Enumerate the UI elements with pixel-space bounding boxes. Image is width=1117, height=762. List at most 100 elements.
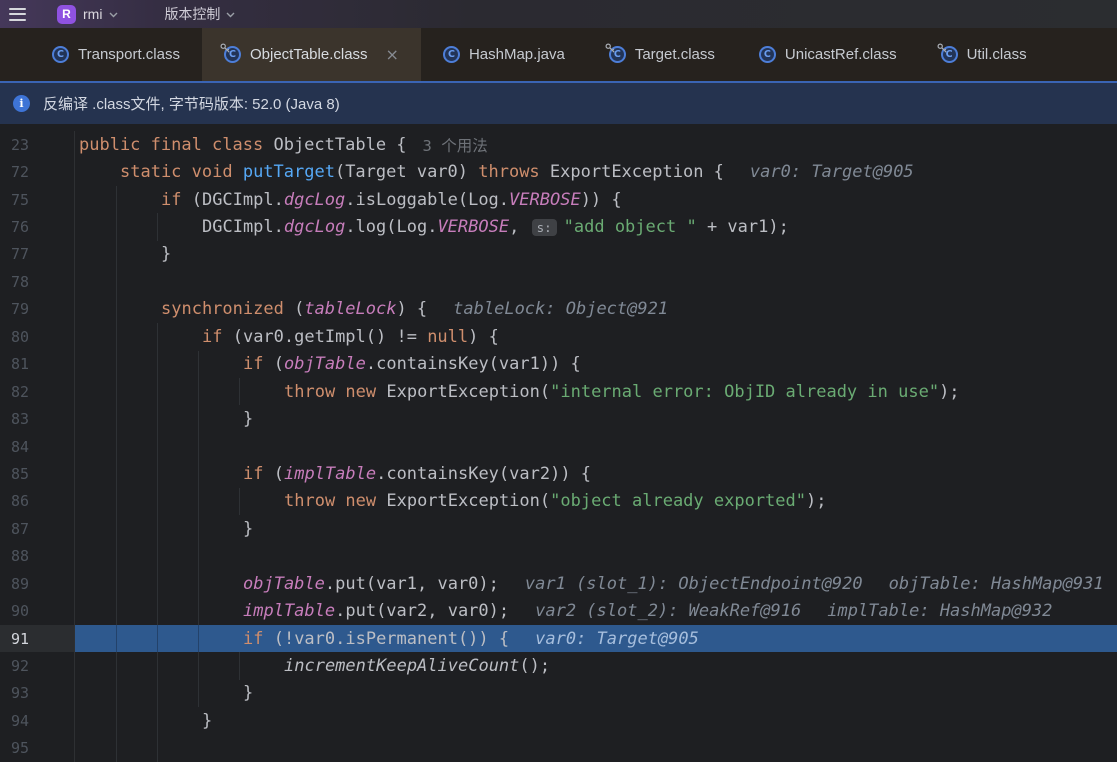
code-token: ); bbox=[939, 382, 959, 402]
code-line-area[interactable]: static void putTarget(Target var0) throw… bbox=[75, 158, 1117, 185]
code-line-area[interactable]: public final class ObjectTable { 3 个用法 bbox=[75, 131, 1117, 158]
tab-hashmap-java[interactable]: CHashMap.java bbox=[421, 28, 587, 81]
indent-guide bbox=[157, 652, 158, 679]
code-text: } bbox=[243, 683, 253, 703]
tab-objecttable-class[interactable]: CObjectTable.class× bbox=[202, 28, 421, 81]
code-line-area[interactable]: throw new ExportException("internal erro… bbox=[75, 378, 1117, 405]
line-number[interactable]: 78 bbox=[0, 268, 75, 295]
code-line-area[interactable] bbox=[75, 543, 1117, 570]
code-token: ExportException { bbox=[540, 162, 724, 182]
vcs-widget[interactable]: 版本控制 bbox=[164, 4, 235, 24]
line-number[interactable]: 86 bbox=[0, 488, 75, 515]
line-number[interactable]: 91 bbox=[0, 625, 75, 652]
indent-guide bbox=[116, 433, 117, 460]
indent-guide bbox=[157, 597, 158, 624]
line-number[interactable]: 90 bbox=[0, 597, 75, 624]
line-number[interactable]: 85 bbox=[0, 460, 75, 487]
debugger-inline-value: var2 (slot_2): WeakRef@916 bbox=[535, 601, 801, 621]
code-token: (Target var0) bbox=[335, 162, 478, 182]
code-line-area[interactable]: implTable.put(var2, var0);var2 (slot_2):… bbox=[75, 597, 1117, 624]
code-token: if bbox=[161, 190, 181, 210]
code-line-area[interactable]: throw new ExportException("object alread… bbox=[75, 488, 1117, 515]
tab-unicastref-class[interactable]: CUnicastRef.class bbox=[737, 28, 919, 81]
tab-close-icon[interactable]: × bbox=[386, 45, 399, 64]
line-number[interactable]: 83 bbox=[0, 405, 75, 432]
editor-line-84: 84 bbox=[0, 433, 1117, 460]
indent-guide bbox=[116, 405, 117, 432]
line-number[interactable]: 95 bbox=[0, 735, 75, 762]
editor-line-90: 90implTable.put(var2, var0);var2 (slot_2… bbox=[0, 597, 1117, 624]
code-line-area[interactable] bbox=[75, 268, 1117, 295]
code-text: DGCImpl.dgcLog.log(Log.VERBOSE, s:"add o… bbox=[202, 217, 789, 237]
tab-label: Target.class bbox=[635, 46, 715, 63]
editor-line-88: 88 bbox=[0, 543, 1117, 570]
code-line-area[interactable]: } bbox=[75, 515, 1117, 542]
hamburger-menu-icon[interactable] bbox=[9, 8, 26, 21]
code-text: throw new ExportException("object alread… bbox=[284, 491, 826, 511]
line-number[interactable]: 89 bbox=[0, 570, 75, 597]
line-number[interactable]: 92 bbox=[0, 652, 75, 679]
code-token: dgcLog bbox=[284, 217, 345, 237]
tab-label: Util.class bbox=[967, 46, 1027, 63]
code-line-area[interactable]: if (implTable.containsKey(var2)) { bbox=[75, 460, 1117, 487]
code-line-area[interactable] bbox=[75, 433, 1117, 460]
decompiler-notification-banner: i 反编译 .class文件, 字节码版本: 52.0 (Java 8) bbox=[0, 81, 1117, 124]
class-icon: C bbox=[609, 46, 626, 63]
indent-guide bbox=[157, 625, 158, 652]
editor-line-92: 92incrementKeepAliveCount(); bbox=[0, 652, 1117, 679]
line-number[interactable]: 84 bbox=[0, 433, 75, 460]
line-number[interactable]: 77 bbox=[0, 241, 75, 268]
code-line-area[interactable] bbox=[75, 735, 1117, 762]
tab-transport-class[interactable]: CTransport.class bbox=[30, 28, 202, 81]
indent-guide bbox=[116, 652, 117, 679]
tab-target-class[interactable]: C Target.class bbox=[587, 28, 737, 81]
code-editor: 23public final class ObjectTable { 3 个用法 7… bbox=[0, 124, 1117, 762]
code-token: ObjectTable { bbox=[273, 135, 406, 155]
code-token: null bbox=[427, 327, 468, 347]
line-number[interactable]: 79 bbox=[0, 296, 75, 323]
tab-util-class[interactable]: C Util.class bbox=[919, 28, 1049, 81]
editor-line-81: 81if (objTable.containsKey(var1)) { bbox=[0, 351, 1117, 378]
usages-inlay-hint[interactable]: 3 个用法 bbox=[423, 134, 488, 156]
code-line-area[interactable]: } bbox=[75, 241, 1117, 268]
code-token: (!var0.isPermanent()) { bbox=[263, 629, 509, 649]
line-number[interactable]: 82 bbox=[0, 378, 75, 405]
line-number[interactable]: 75 bbox=[0, 186, 75, 213]
code-line-area[interactable]: DGCImpl.dgcLog.log(Log.VERBOSE, s:"add o… bbox=[75, 213, 1117, 240]
code-line-area[interactable]: } bbox=[75, 680, 1117, 707]
line-number[interactable]: 72 bbox=[0, 158, 75, 185]
code-line-area[interactable]: if (var0.getImpl() != null) { bbox=[75, 323, 1117, 350]
indent-guide bbox=[157, 707, 158, 734]
code-text: } bbox=[243, 519, 253, 539]
code-line-area[interactable]: if (objTable.containsKey(var1)) { bbox=[75, 351, 1117, 378]
code-line-area[interactable]: synchronized (tableLock) {tableLock: Obj… bbox=[75, 296, 1117, 323]
code-line-area[interactable]: } bbox=[75, 405, 1117, 432]
code-line-area[interactable]: if (DGCImpl.dgcLog.isLoggable(Log.VERBOS… bbox=[75, 186, 1117, 213]
class-icon: C bbox=[52, 46, 69, 63]
line-number[interactable]: 87 bbox=[0, 515, 75, 542]
indent-guide bbox=[198, 597, 199, 624]
code-token: objTable bbox=[284, 354, 366, 374]
code-line-area[interactable]: } bbox=[75, 707, 1117, 734]
code-token: public final class bbox=[79, 135, 273, 155]
code-line-area[interactable]: objTable.put(var1, var0);var1 (slot_1): … bbox=[75, 570, 1117, 597]
class-icon: C bbox=[224, 46, 241, 63]
line-number[interactable]: 93 bbox=[0, 680, 75, 707]
code-token: if bbox=[243, 464, 263, 484]
indent-guide bbox=[116, 186, 117, 213]
editor-line-91: 91if (!var0.isPermanent()) {var0: Target… bbox=[0, 625, 1117, 652]
line-number[interactable]: 23 bbox=[0, 131, 75, 158]
line-number[interactable]: 81 bbox=[0, 351, 75, 378]
line-number[interactable]: 94 bbox=[0, 707, 75, 734]
key-icon bbox=[220, 43, 231, 54]
line-number[interactable]: 76 bbox=[0, 213, 75, 240]
class-icon: C bbox=[941, 46, 958, 63]
code-token: throw new bbox=[284, 491, 376, 511]
editor-tab-bar: CTransport.classCObjectTable.class×CHash… bbox=[0, 28, 1117, 81]
code-line-area[interactable]: incrementKeepAliveCount(); bbox=[75, 652, 1117, 679]
line-number[interactable]: 80 bbox=[0, 323, 75, 350]
code-token: ( bbox=[263, 464, 283, 484]
line-number[interactable]: 88 bbox=[0, 543, 75, 570]
code-line-area[interactable]: if (!var0.isPermanent()) {var0: Target@9… bbox=[75, 625, 1117, 652]
project-widget[interactable]: R rmi bbox=[57, 5, 118, 24]
